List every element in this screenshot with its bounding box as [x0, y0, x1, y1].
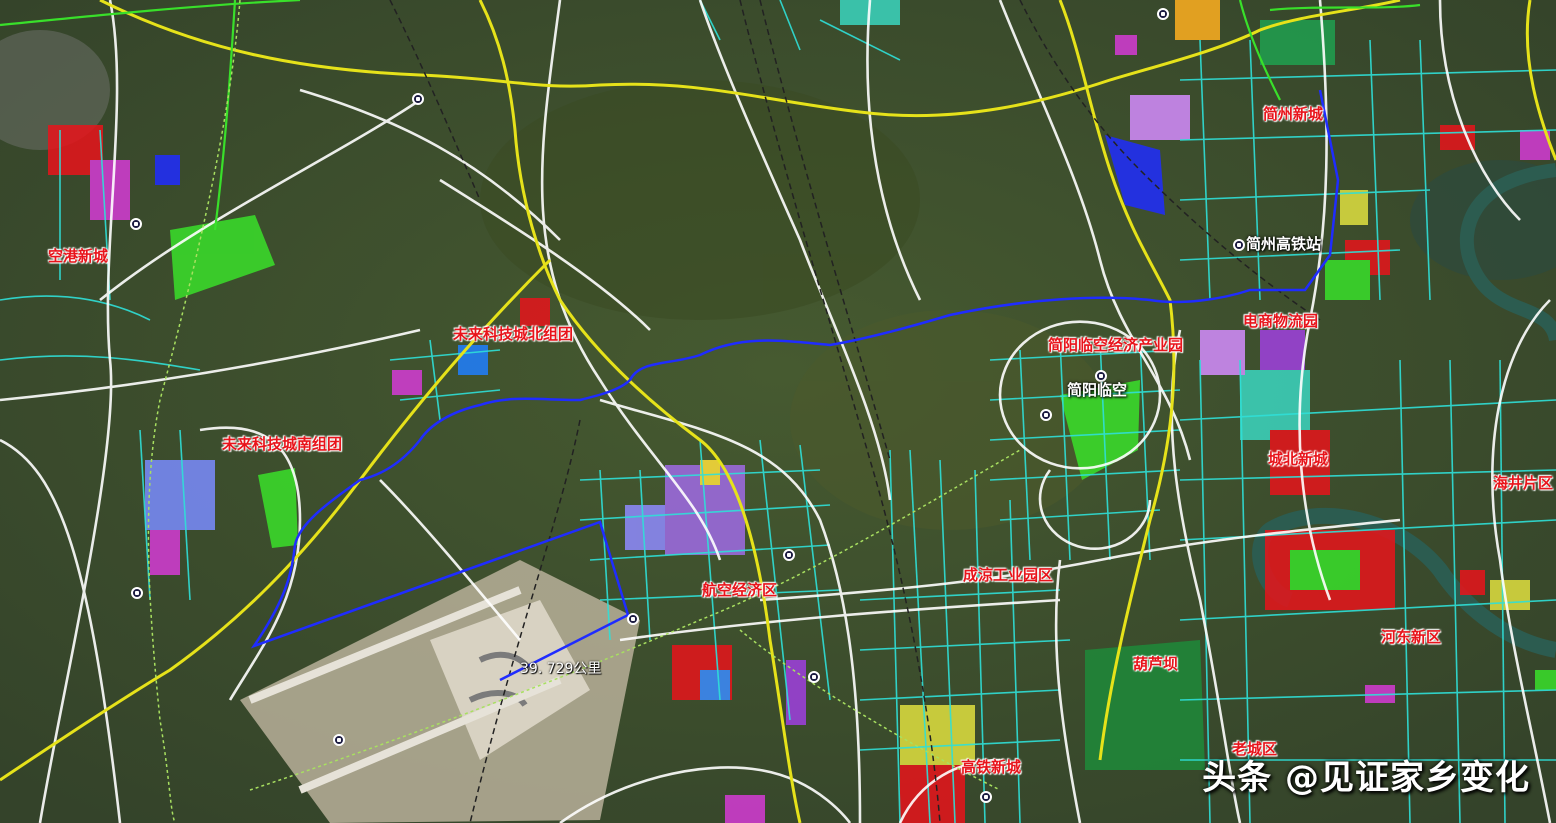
district-label-haijing[interactable]: 海井片区 [1493, 476, 1553, 491]
station-icon[interactable] [1040, 409, 1052, 421]
district-label-chengbei[interactable]: 城北新城 [1268, 452, 1328, 467]
district-label-huluba[interactable]: 葫芦坝 [1133, 657, 1178, 672]
station-icon[interactable] [130, 218, 142, 230]
district-label-gaotie[interactable]: 高铁新城 [961, 760, 1021, 775]
watermark: 头条 @见证家乡变化 [1202, 758, 1530, 798]
district-label-konggang[interactable]: 空港新城 [48, 249, 108, 264]
district-label-chengliang[interactable]: 成涼工业园区 [963, 568, 1053, 583]
place-label-linkong[interactable]: 简阳临空 [1067, 383, 1127, 398]
station-icon[interactable] [412, 93, 424, 105]
district-label-dianshang[interactable]: 电商物流园 [1243, 314, 1318, 329]
station-icon[interactable] [980, 791, 992, 803]
station-label-jianzhou[interactable]: 简州高铁站 [1246, 237, 1321, 252]
station-icon[interactable] [1157, 8, 1169, 20]
map-canvas [0, 0, 1556, 823]
district-label-linkong-park[interactable]: 简阳临空经济产业园 [1048, 338, 1183, 353]
district-label-hangkong[interactable]: 航空经济区 [702, 583, 777, 598]
station-icon[interactable] [627, 613, 639, 625]
satellite-map[interactable]: 空港新城 未来科技城北组团 未来科技城南组团 航空经济区 成涼工业园区 高铁新城… [0, 0, 1556, 823]
district-label-jianzhou[interactable]: 简州新城 [1263, 107, 1323, 122]
district-label-weilai-north[interactable]: 未来科技城北组团 [453, 327, 573, 342]
measure-distance-label: 39. 729公里 [520, 661, 602, 677]
station-icon[interactable] [1233, 239, 1245, 251]
district-label-weilai-south[interactable]: 未来科技城南组团 [222, 437, 342, 452]
station-icon[interactable] [808, 671, 820, 683]
station-icon[interactable] [333, 734, 345, 746]
station-icon[interactable] [131, 587, 143, 599]
station-icon[interactable] [783, 549, 795, 561]
district-label-hedong[interactable]: 河东新区 [1381, 630, 1441, 645]
